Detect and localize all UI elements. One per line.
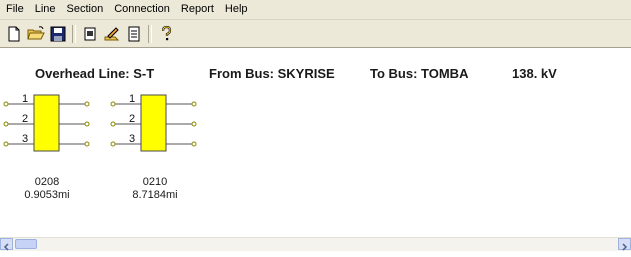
notes-list-icon[interactable]: [124, 24, 144, 44]
menu-section[interactable]: Section: [61, 1, 109, 18]
section-id-0210: 0210: [142, 176, 168, 188]
menu-report[interactable]: Report: [175, 1, 219, 18]
terminal-node[interactable]: [110, 101, 116, 107]
scroll-thumb[interactable]: [15, 239, 37, 249]
phase-label: 2: [22, 113, 28, 125]
horizontal-scrollbar[interactable]: [0, 237, 631, 251]
to-bus-label: To Bus: TOMBA: [370, 66, 469, 81]
terminal-node[interactable]: [110, 121, 116, 127]
phase-label: 1: [129, 93, 135, 105]
section-length-0208: 0.9053mi: [24, 189, 70, 201]
toolbar: [0, 20, 631, 48]
section-block-0208[interactable]: 1 2 3: [3, 93, 90, 152]
new-file-icon[interactable]: [4, 24, 24, 44]
terminal-node[interactable]: [110, 141, 116, 147]
terminal-node[interactable]: [3, 101, 9, 107]
terminal-node[interactable]: [191, 121, 197, 127]
line-section-diagram: 1 2 3 1 2 3: [3, 93, 197, 152]
voltage-label: 138. kV: [512, 66, 557, 81]
terminal-node[interactable]: [3, 141, 9, 147]
menu-bar: File Line Section Connection Report Help: [0, 0, 631, 20]
scroll-left-button[interactable]: [0, 238, 13, 251]
section-box[interactable]: [33, 94, 60, 152]
phase-label: 3: [22, 133, 28, 145]
terminal-node[interactable]: [84, 121, 90, 127]
section-box[interactable]: [140, 94, 167, 152]
from-bus-label: From Bus: SKYRISE: [209, 66, 335, 81]
toolbar-separator: [148, 25, 152, 43]
terminal-node[interactable]: [84, 101, 90, 107]
phase-label: 3: [129, 133, 135, 145]
save-disk-icon[interactable]: [48, 24, 68, 44]
menu-line[interactable]: Line: [29, 1, 61, 18]
menu-connection[interactable]: Connection: [108, 1, 175, 18]
help-question-icon[interactable]: [156, 24, 176, 44]
terminal-node[interactable]: [84, 141, 90, 147]
open-folder-icon[interactable]: [26, 24, 46, 44]
line-title: Overhead Line: S-T: [35, 66, 155, 81]
menu-file[interactable]: File: [0, 1, 29, 18]
section-block-0210[interactable]: 1 2 3: [110, 93, 197, 152]
edit-pencil-icon[interactable]: [102, 24, 122, 44]
terminal-node[interactable]: [191, 101, 197, 107]
scroll-right-button[interactable]: [618, 238, 631, 251]
toolbar-separator: [72, 25, 76, 43]
section-id-0208: 0208: [34, 176, 60, 188]
menu-help[interactable]: Help: [219, 1, 253, 18]
copy-page-icon[interactable]: [80, 24, 100, 44]
phase-label: 1: [22, 93, 28, 105]
terminal-node[interactable]: [3, 121, 9, 127]
phase-label: 2: [129, 113, 135, 125]
section-length-0210: 8.7184mi: [132, 189, 178, 201]
terminal-node[interactable]: [191, 141, 197, 147]
